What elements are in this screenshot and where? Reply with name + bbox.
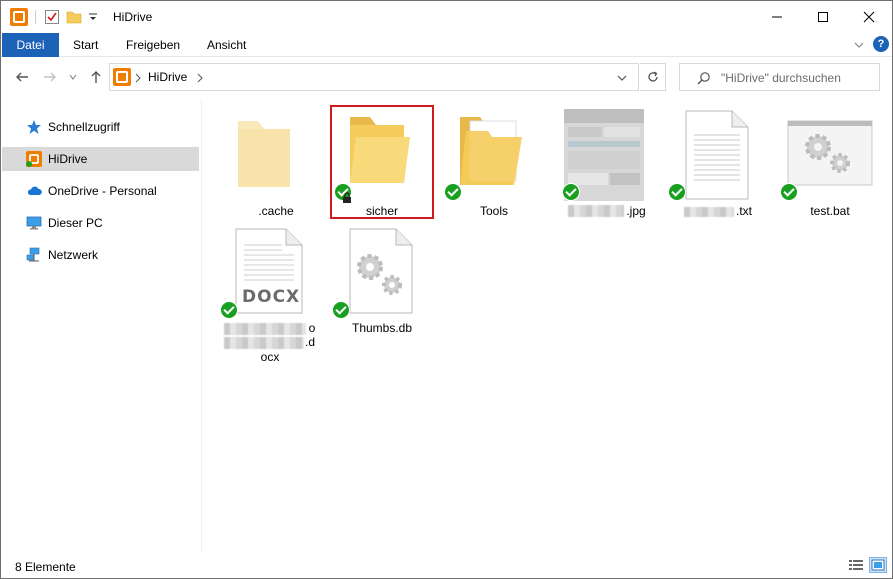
back-button[interactable] bbox=[11, 65, 33, 89]
maximize-button[interactable] bbox=[800, 1, 846, 33]
hidrive-app-icon[interactable] bbox=[9, 8, 29, 26]
new-folder-icon[interactable] bbox=[65, 8, 83, 26]
sidebar-item-label: Netzwerk bbox=[48, 248, 99, 262]
sync-status-icon bbox=[220, 301, 238, 319]
sidebar-item-onedrive[interactable]: OneDrive - Personal bbox=[2, 179, 199, 203]
sidebar-item-label: OneDrive - Personal bbox=[48, 184, 157, 198]
file-item-jpg[interactable]: .jpg bbox=[554, 107, 658, 219]
file-name-line3: ocx bbox=[260, 350, 280, 364]
file-type-badge: DOCX bbox=[242, 287, 301, 307]
close-icon bbox=[863, 11, 875, 23]
file-item-txt[interactable]: .txt bbox=[666, 107, 770, 219]
arrow-up-icon bbox=[91, 71, 101, 83]
breadcrumb-hidrive[interactable]: HiDrive bbox=[148, 70, 187, 84]
qa-divider bbox=[35, 10, 36, 24]
chevron-right-icon[interactable] bbox=[134, 73, 142, 83]
cloud-icon bbox=[27, 186, 42, 195]
minimize-button[interactable] bbox=[754, 1, 800, 33]
hidrive-icon bbox=[26, 151, 42, 167]
item-count: 8 Elemente bbox=[15, 560, 76, 574]
sync-status-icon bbox=[562, 183, 580, 201]
large-icons-view-button[interactable] bbox=[869, 557, 887, 573]
search-box[interactable]: "HiDrive" durchsuchen bbox=[679, 63, 880, 91]
explorer-window: HiDrive Datei Start Freigeben Ansicht ? bbox=[0, 0, 893, 579]
details-view-icon bbox=[849, 560, 863, 570]
file-item-thumbs-db[interactable]: Thumbs.db bbox=[330, 227, 434, 339]
folder-icon bbox=[238, 121, 290, 187]
tab-datei[interactable]: Datei bbox=[2, 33, 59, 57]
properties-icon[interactable] bbox=[43, 8, 61, 26]
file-list: .cache sicher Tools .jpg .txt test.bat D… bbox=[202, 99, 892, 551]
close-button[interactable] bbox=[846, 1, 892, 33]
search-icon bbox=[697, 72, 710, 85]
search-placeholder: "HiDrive" durchsuchen bbox=[721, 71, 841, 85]
minimize-icon bbox=[772, 16, 782, 18]
details-view-button[interactable] bbox=[847, 557, 865, 573]
sidebar-item-netzwerk[interactable]: Netzwerk bbox=[2, 243, 199, 267]
tab-freigeben[interactable]: Freigeben bbox=[126, 33, 180, 57]
sync-status-icon bbox=[668, 183, 686, 201]
title-bar: HiDrive bbox=[1, 1, 892, 33]
refresh-button[interactable] bbox=[640, 63, 666, 91]
lock-icon bbox=[343, 192, 351, 203]
address-bar[interactable]: HiDrive bbox=[109, 63, 639, 91]
navigation-pane: Schnellzugriff HiDrive OneDrive - Person… bbox=[1, 99, 201, 551]
expand-ribbon-button[interactable] bbox=[852, 38, 866, 52]
large-icons-view-icon bbox=[871, 559, 885, 571]
file-name: test.bat bbox=[810, 204, 850, 218]
star-icon bbox=[27, 120, 41, 134]
monitor-icon bbox=[26, 216, 42, 230]
file-name: Thumbs.db bbox=[351, 321, 413, 335]
chevron-down-icon bbox=[69, 74, 77, 80]
sidebar-item-dieser-pc[interactable]: Dieser PC bbox=[2, 211, 199, 235]
customize-quick-access-icon[interactable] bbox=[86, 8, 100, 26]
ribbon: Datei Start Freigeben Ansicht ? bbox=[1, 33, 892, 57]
tab-start[interactable]: Start bbox=[73, 33, 98, 57]
file-item-tools[interactable]: Tools bbox=[442, 107, 546, 219]
file-name: sicher bbox=[365, 204, 398, 218]
file-name: .cache bbox=[258, 204, 294, 218]
tab-ansicht[interactable]: Ansicht bbox=[207, 33, 246, 57]
sidebar-item-schnellzugriff[interactable]: Schnellzugriff bbox=[2, 115, 199, 139]
sidebar-item-label: Dieser PC bbox=[48, 216, 103, 230]
sidebar-item-label: HiDrive bbox=[48, 152, 88, 166]
forward-button[interactable] bbox=[39, 65, 61, 89]
refresh-icon bbox=[647, 71, 658, 82]
sync-status-icon bbox=[444, 183, 462, 201]
file-item-cache[interactable]: .cache bbox=[224, 107, 328, 219]
network-icon bbox=[26, 247, 40, 262]
arrow-right-icon bbox=[44, 72, 56, 82]
file-item-docx[interactable]: DOCX o .d ocx bbox=[216, 227, 320, 367]
maximize-icon bbox=[818, 12, 828, 22]
chevron-right-icon[interactable] bbox=[196, 73, 204, 83]
sync-status-icon bbox=[780, 183, 798, 201]
file-item-test-bat[interactable]: test.bat bbox=[778, 107, 882, 219]
file-name: Tools bbox=[479, 204, 508, 218]
window-title: HiDrive bbox=[113, 10, 153, 24]
recent-locations-button[interactable] bbox=[65, 65, 81, 89]
sidebar-item-hidrive[interactable]: HiDrive bbox=[2, 147, 199, 171]
chevron-down-icon[interactable] bbox=[616, 73, 628, 83]
sync-status-icon bbox=[332, 301, 350, 319]
file-item-sicher[interactable]: sicher bbox=[330, 107, 434, 219]
chevron-down-icon bbox=[854, 42, 864, 48]
arrow-left-icon bbox=[16, 72, 28, 82]
help-button[interactable]: ? bbox=[873, 36, 889, 52]
sidebar-item-label: Schnellzugriff bbox=[48, 120, 120, 134]
status-bar: 8 Elemente bbox=[1, 553, 892, 578]
up-button[interactable] bbox=[85, 65, 107, 89]
hidrive-icon bbox=[113, 68, 131, 86]
